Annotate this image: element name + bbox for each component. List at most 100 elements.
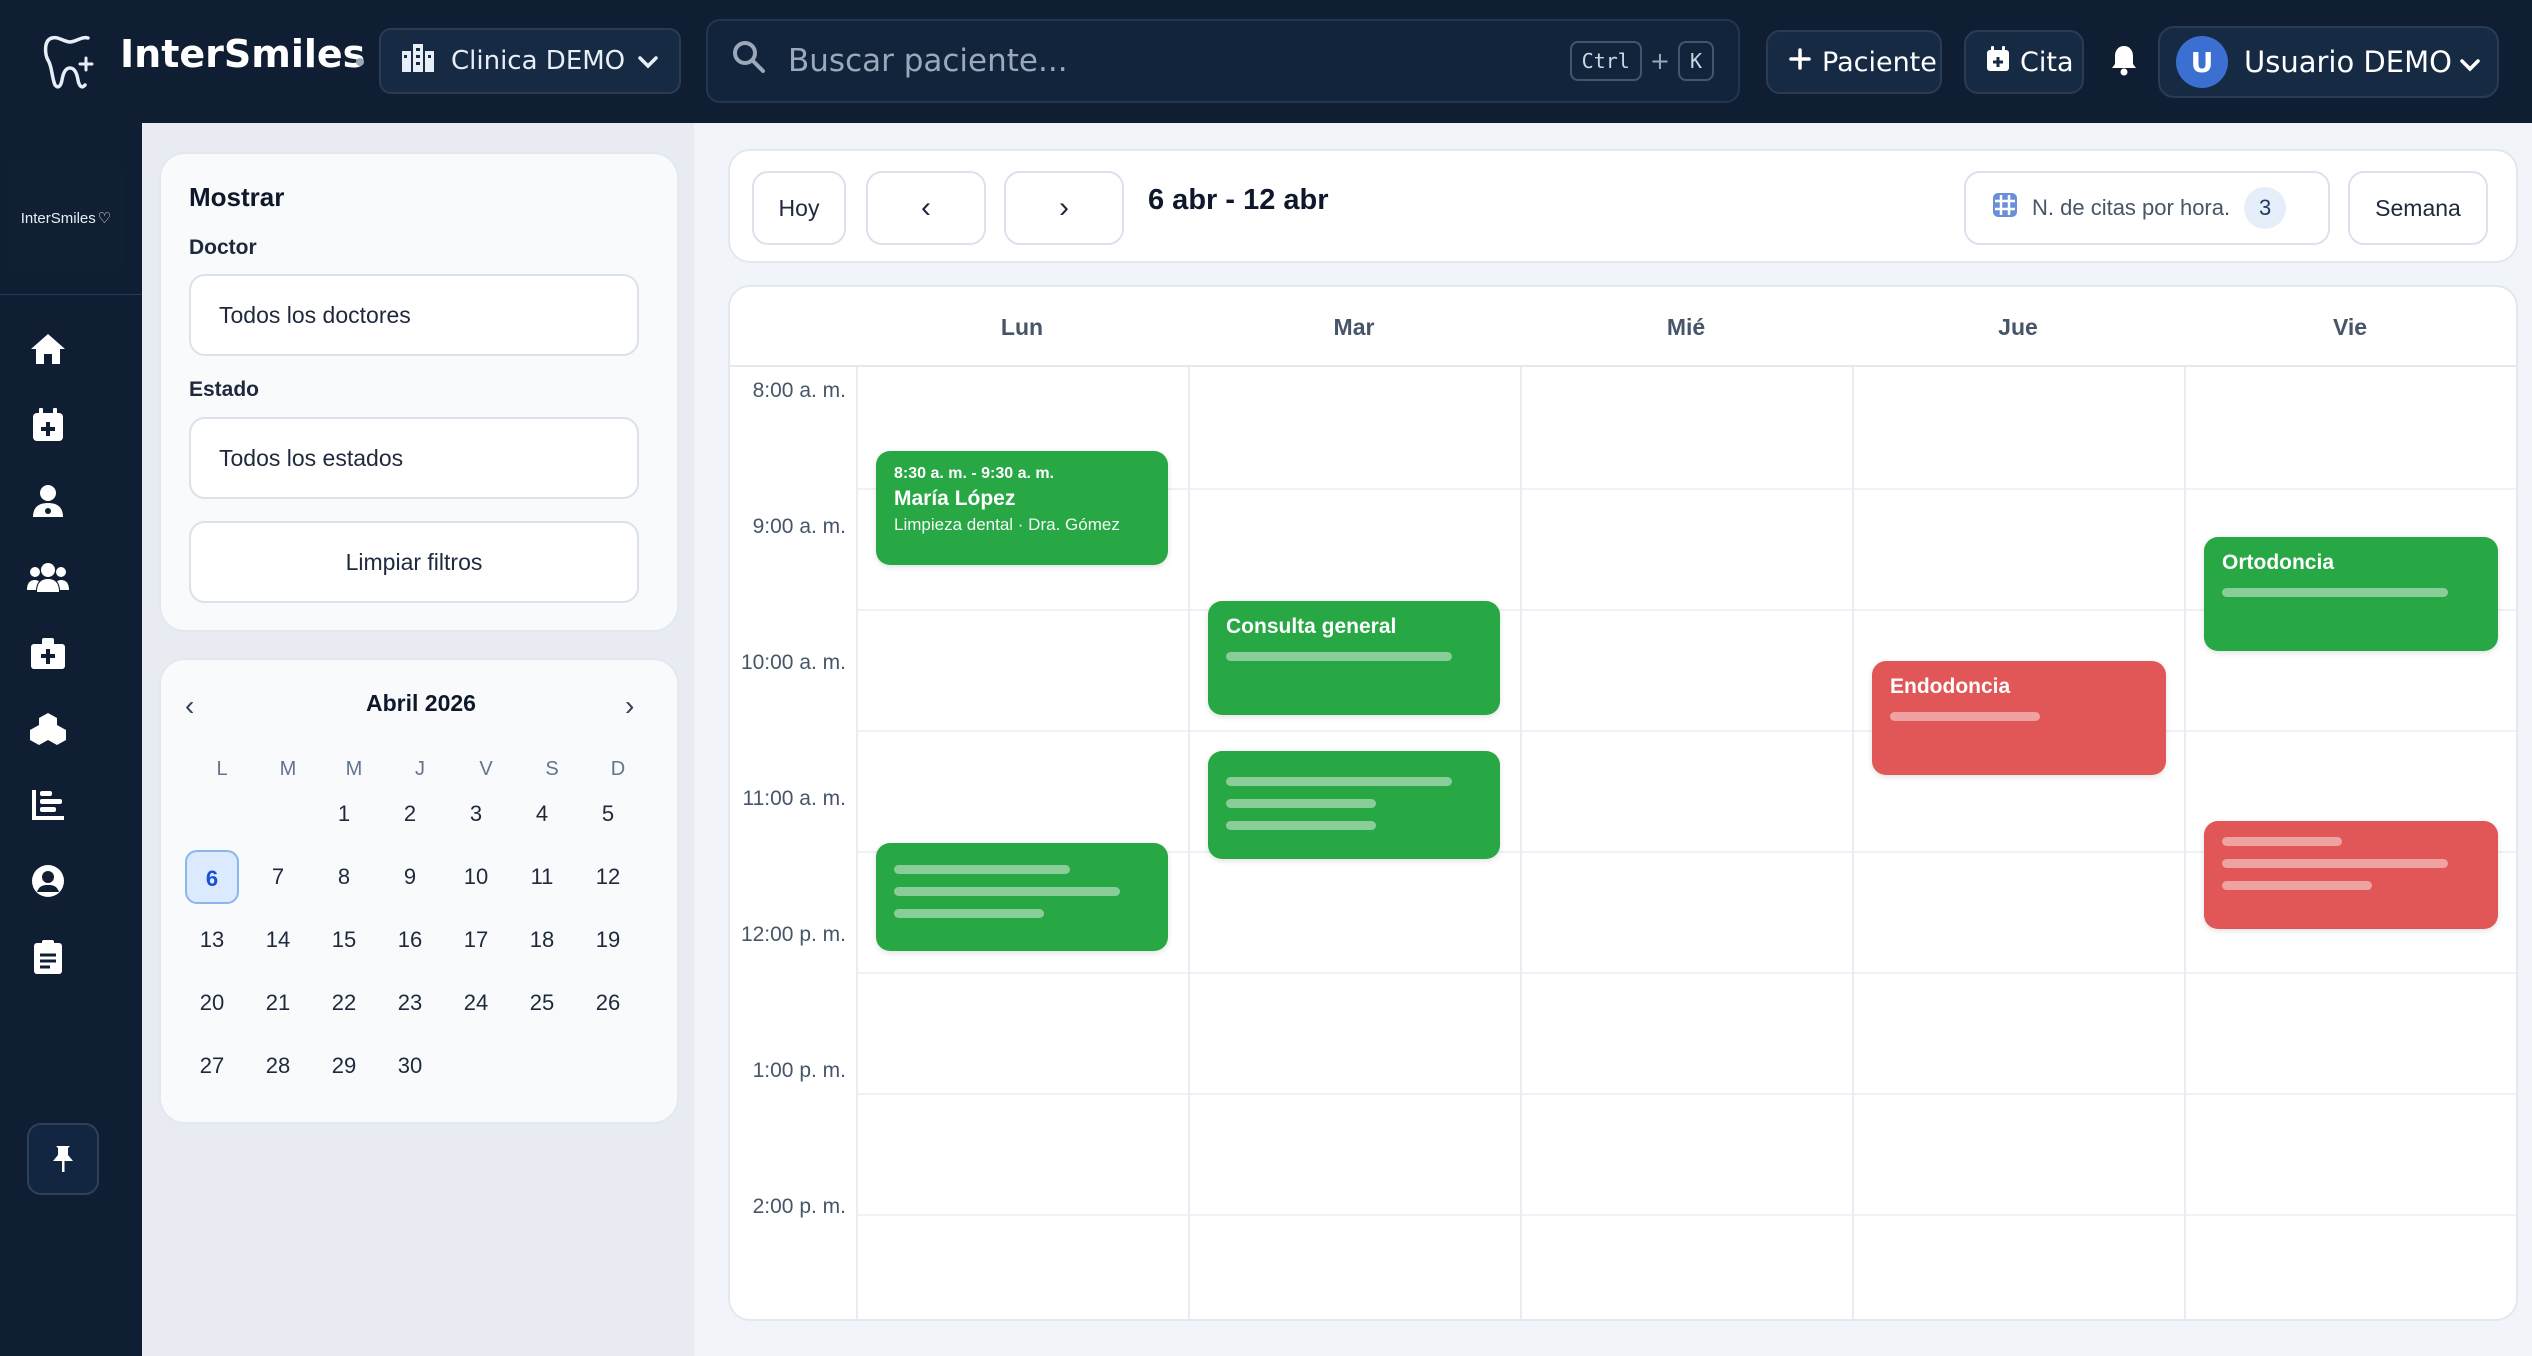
mini-calendar-day[interactable]: 5 (581, 787, 635, 841)
time-label: 1:00 p. m. (752, 1059, 846, 1082)
user-menu[interactable]: U Usuario DEMO (2158, 26, 2499, 98)
nav-divider (0, 294, 142, 295)
patient-search[interactable]: Buscar paciente... Ctrl + K (706, 19, 1740, 103)
user-circle-icon[interactable] (27, 860, 69, 902)
column-divider (1852, 367, 1854, 1319)
search-input[interactable]: Buscar paciente... (788, 43, 1570, 79)
shortcut-plus: + (1649, 47, 1670, 75)
mini-calendar-day[interactable]: 21 (251, 976, 305, 1030)
mini-calendar-day[interactable]: 25 (515, 976, 569, 1030)
mini-calendar-day[interactable]: 2 (383, 787, 437, 841)
mini-calendar-day[interactable]: 3 (449, 787, 503, 841)
weekday-label: M (279, 758, 297, 780)
appointment-card[interactable] (876, 843, 1168, 951)
mini-calendar-day[interactable]: 26 (581, 976, 635, 1030)
mini-calendar-day[interactable]: 28 (251, 1039, 305, 1093)
mini-calendar-day[interactable]: 12 (581, 850, 635, 904)
mini-logo: InterSmiles ♡ (8, 163, 124, 273)
appointment-title: Ortodoncia (2222, 551, 2335, 574)
mini-calendar-day[interactable]: 22 (317, 976, 371, 1030)
patients-icon[interactable] (27, 556, 69, 598)
mini-calendar-day[interactable]: 13 (185, 913, 239, 967)
chart-icon[interactable] (27, 784, 69, 826)
appointment-card[interactable]: 8:30 a. m. - 9:30 a. m. María López Limp… (876, 451, 1168, 565)
filters-card: Mostrar Doctor Todos los doctores Estado… (159, 152, 679, 632)
calendar-add-icon[interactable] (27, 404, 69, 446)
building-icon (401, 43, 435, 80)
new-patient-button[interactable]: Paciente (1766, 30, 1942, 94)
appointment-card[interactable] (1208, 751, 1500, 859)
doctor-select[interactable]: Todos los doctores (189, 274, 639, 356)
day-header: Jue (1998, 313, 2038, 340)
next-week-button[interactable]: › (1004, 171, 1124, 245)
appointment-title: Consulta general (1226, 615, 1397, 638)
appointment-card[interactable] (2204, 821, 2498, 929)
separator-dot (356, 58, 364, 66)
weekday-label: V (479, 758, 493, 780)
per-hour-badge: 3 (2244, 187, 2287, 229)
view-select[interactable]: Semana (2348, 171, 2488, 245)
weekday-label: J (415, 758, 425, 780)
mini-calendar-day[interactable]: 10 (449, 850, 503, 904)
time-label: 12:00 p. m. (740, 923, 846, 946)
doctor-icon[interactable] (27, 480, 69, 522)
appointment-card[interactable]: Ortodoncia (2204, 537, 2498, 651)
filters-title: Mostrar (189, 182, 285, 212)
prev-week-button[interactable]: ‹ (866, 171, 986, 245)
cubes-icon[interactable] (27, 708, 69, 750)
mini-calendar: Abril 2026 ‹ › L M M J V S D 1 2 3 4 5 6 7 8 9 10… (159, 658, 679, 1124)
mini-calendar-day[interactable]: 18 (515, 913, 569, 967)
mini-calendar-day[interactable]: 6 (185, 850, 239, 904)
mini-calendar-day[interactable]: 8 (317, 850, 371, 904)
mini-calendar-day[interactable]: 17 (449, 913, 503, 967)
bell-icon[interactable] (2110, 44, 2138, 76)
shortcut-k: K (1677, 41, 1714, 81)
day-header: Vie (2332, 313, 2368, 340)
mini-calendar-day[interactable]: 24 (449, 976, 503, 1030)
clear-filters-button[interactable]: Limpiar filtros (189, 521, 639, 603)
mini-calendar-day[interactable]: 9 (383, 850, 437, 904)
row-divider (856, 1214, 2516, 1216)
appointment-card[interactable]: Consulta general (1208, 601, 1500, 715)
today-button[interactable]: Hoy (752, 171, 846, 245)
mini-calendar-day[interactable]: 29 (317, 1039, 371, 1093)
mini-calendar-prev[interactable]: ‹ (185, 690, 194, 722)
mini-calendar-day[interactable]: 1 (317, 787, 371, 841)
mini-calendar-day[interactable]: 16 (383, 913, 437, 967)
clinic-icon[interactable] (27, 632, 69, 674)
status-select[interactable]: Todos los estados (189, 417, 639, 499)
mini-calendar-day[interactable]: 27 (185, 1039, 239, 1093)
pin-icon[interactable] (27, 1123, 99, 1195)
mini-calendar-day[interactable]: 19 (581, 913, 635, 967)
appointment-patient: María López (894, 487, 1016, 510)
column-divider (856, 367, 858, 1319)
grid-icon (1992, 192, 2018, 224)
home-icon[interactable] (27, 328, 69, 370)
mini-calendar-day[interactable]: 7 (251, 850, 305, 904)
mini-calendar-day[interactable]: 4 (515, 787, 569, 841)
mini-calendar-day[interactable]: 14 (251, 913, 305, 967)
day-header: Mié (1666, 313, 1706, 340)
time-label: 11:00 a. m. (742, 787, 846, 810)
mini-calendar-day[interactable]: 30 (383, 1039, 437, 1093)
mini-calendar-day[interactable]: 23 (383, 976, 437, 1030)
new-appointment-button[interactable]: Cita (1964, 30, 2084, 94)
appointment-time: 8:30 a. m. - 9:30 a. m. (894, 465, 1055, 482)
mini-calendar-day[interactable]: 15 (317, 913, 371, 967)
search-icon (732, 40, 766, 82)
header-divider (730, 365, 2516, 367)
clinic-selector[interactable]: Clinica DEMO (379, 28, 681, 94)
date-range: 6 abr - 12 abr (1148, 184, 1329, 216)
time-label: 8:00 a. m. (752, 379, 846, 402)
mini-calendar-next[interactable]: › (625, 690, 634, 722)
calendar-toolbar: Hoy ‹ › 6 abr - 12 abr N. de citas por h… (728, 149, 2518, 263)
tooth-logo-icon (40, 30, 100, 94)
mini-calendar-day[interactable]: 11 (515, 850, 569, 904)
avatar: U (2176, 36, 2228, 88)
new-patient-label: Paciente (1822, 46, 1937, 78)
appointments-per-hour[interactable]: N. de citas por hora. 3 (1964, 171, 2330, 245)
appointment-card[interactable]: Endodoncia (1872, 661, 2166, 775)
new-appointment-label: Cita (2020, 46, 2074, 78)
mini-calendar-day[interactable]: 20 (185, 976, 239, 1030)
document-icon[interactable] (27, 936, 69, 978)
